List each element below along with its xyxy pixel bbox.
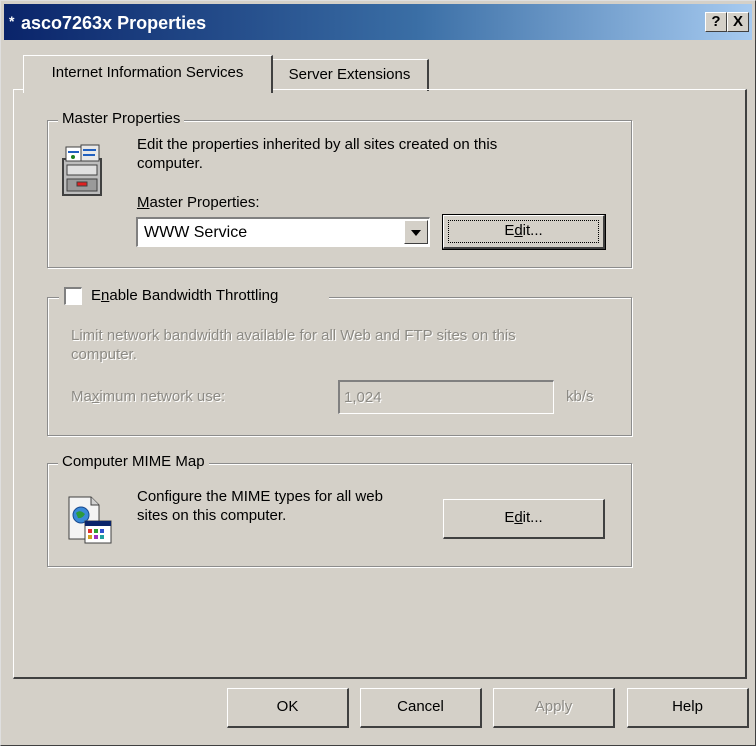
max-network-input[interactable]: 1,024: [338, 380, 554, 414]
mime-map-legend: Computer MIME Map: [58, 453, 209, 471]
select-value: WWW Service: [144, 224, 248, 241]
tab-label: Internet Information Services: [51, 64, 244, 81]
master-properties-select[interactable]: WWW Service: [136, 217, 430, 247]
question-mark-icon: ?: [711, 13, 721, 30]
cancel-button[interactable]: Cancel: [360, 688, 482, 728]
mime-map-edit-button[interactable]: Edit...: [443, 499, 605, 539]
window-title: asco7263x Properties: [21, 13, 207, 33]
master-properties-description: Edit the properties inherited by all sit…: [137, 135, 497, 173]
bandwidth-checkbox-label[interactable]: Enable Bandwidth Throttling: [91, 286, 278, 306]
bandwidth-checkbox[interactable]: [64, 287, 82, 305]
description-line: Edit the properties inherited by all sit…: [137, 136, 498, 153]
properties-dialog: * asco7263x Properties ? X Internet Info…: [0, 0, 756, 746]
max-network-label: Maximum network use:: [71, 388, 226, 405]
master-properties-edit-button[interactable]: Edit...: [442, 214, 606, 250]
unit-label: kb/s: [566, 388, 594, 405]
master-properties-legend: Master Properties: [58, 110, 185, 128]
max-network-value: 1,024: [344, 389, 382, 406]
description-line: sites on this computer.: [137, 507, 287, 524]
master-properties-icon: [59, 143, 105, 199]
apply-button[interactable]: Apply: [493, 688, 615, 728]
description-line: computer.: [137, 155, 203, 172]
close-button[interactable]: X: [727, 12, 749, 32]
tab-server-extensions[interactable]: Server Extensions: [271, 59, 429, 91]
help-button[interactable]: ?: [705, 12, 727, 32]
bandwidth-description: Limit network bandwidth available for al…: [71, 326, 516, 364]
description-line: computer.: [71, 346, 137, 363]
description-line: Limit network bandwidth available for al…: [71, 327, 516, 344]
mime-map-description: Configure the MIME types for all web sit…: [137, 487, 383, 525]
title-bar[interactable]: * asco7263x Properties ? X: [4, 4, 752, 40]
master-properties-field-label: Master Properties:: [137, 194, 260, 211]
chevron-down-icon[interactable]: [404, 220, 428, 244]
description-line: Configure the MIME types for all web: [137, 488, 383, 505]
bandwidth-group: [47, 297, 632, 436]
tab-label: Server Extensions: [288, 66, 411, 83]
mime-map-icon: [67, 495, 115, 545]
close-icon: X: [732, 13, 743, 30]
tab-internet-information-services[interactable]: Internet Information Services: [23, 55, 273, 93]
help-dialog-button[interactable]: Help: [627, 688, 749, 728]
focus-rectangle: [448, 220, 599, 243]
ok-button[interactable]: OK: [227, 688, 349, 728]
